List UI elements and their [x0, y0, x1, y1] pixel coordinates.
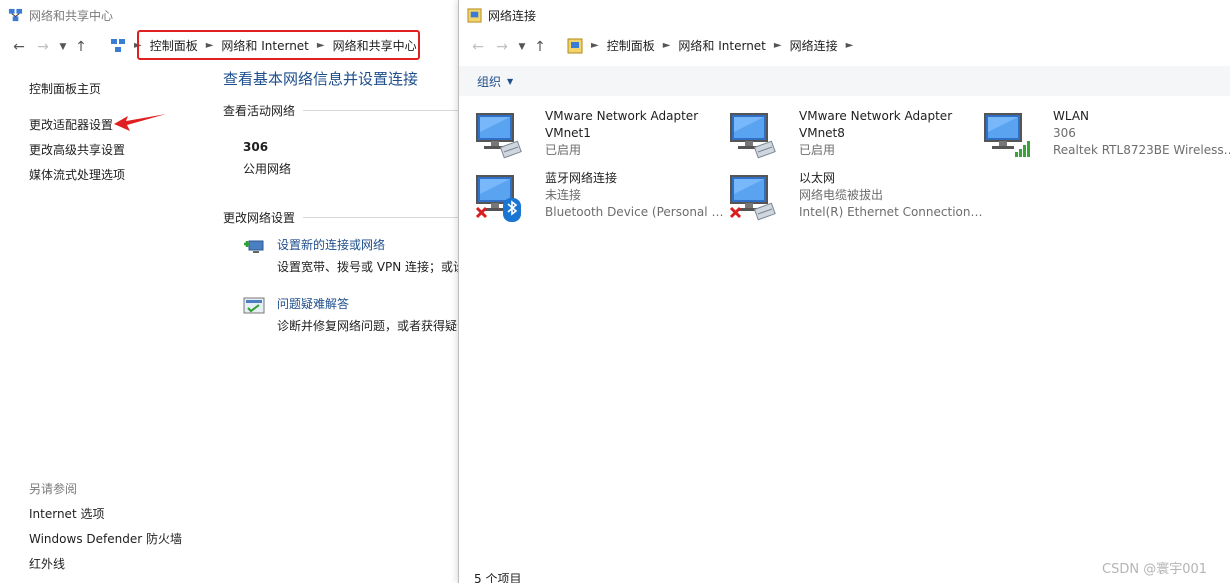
organize-menu-button[interactable]: 组织 ▼: [477, 73, 513, 90]
adapter-name: 蓝牙网络连接: [545, 171, 618, 185]
front-address-bar[interactable]: ► 控制面板 ► 网络和 Internet ► 网络连接 ►: [567, 37, 861, 54]
bluetooth-adapter-icon: [475, 175, 521, 222]
adapter-status: VMnet1: [545, 126, 591, 140]
adapter-status: 网络电缆被拔出: [799, 188, 884, 202]
item-count: 5 个项目: [474, 572, 522, 583]
recent-chevron-icon[interactable]: ▼: [58, 38, 68, 56]
network-name: 306: [243, 140, 269, 154]
network-connections-icon: [467, 7, 482, 23]
wifi-adapter-icon: [984, 113, 1030, 157]
chevron-right-icon: ►: [662, 40, 671, 51]
adapter-name: WLAN: [1053, 109, 1090, 123]
up-arrow-icon[interactable]: ↑: [72, 38, 90, 56]
command-bar: 组织 ▼: [459, 66, 1230, 96]
adapter-status: 未连接: [545, 188, 582, 202]
adapter-device: 已启用: [799, 143, 836, 157]
control-panel-home-link[interactable]: 控制面板主页: [29, 80, 101, 97]
troubleshoot-link[interactable]: 问题疑难解答: [277, 295, 349, 312]
defender-firewall-link[interactable]: Windows Defender 防火墙: [29, 530, 182, 547]
adapter-name: 以太网: [799, 171, 836, 185]
adapter-device: Intel(R) Ethernet Connection I2...: [799, 205, 984, 219]
front-window-title: 网络连接: [488, 8, 537, 23]
media-streaming-link[interactable]: 媒体流式处理选项: [29, 166, 125, 183]
adapter-device: 已启用: [545, 143, 582, 157]
adapter-item[interactable]: WLAN 306 Realtek RTL8723BE Wireless L...: [982, 108, 1230, 164]
adapter-item[interactable]: 蓝牙网络连接 未连接 Bluetooth Device (Personal Ar…: [474, 170, 730, 226]
front-nav-buttons: ← → ▼ ↑: [469, 38, 555, 56]
change-advanced-sharing-link[interactable]: 更改高级共享设置: [29, 141, 125, 158]
back-nav-buttons: ← → ▼ ↑: [10, 38, 96, 56]
breadcrumb-item[interactable]: 控制面板: [607, 37, 655, 54]
front-title-bar: 网络连接: [467, 6, 536, 24]
troubleshoot-icon: [243, 297, 265, 314]
adapter-status: VMnet8: [799, 126, 845, 140]
breadcrumb-item[interactable]: 网络和 Internet: [678, 37, 765, 54]
adapter-device: Realtek RTL8723BE Wireless L...: [1053, 143, 1230, 157]
red-annotation-arrow-icon: [114, 114, 166, 131]
adapter-device: Bluetooth Device (Personal Ar...: [545, 205, 730, 219]
section-divider: [303, 217, 458, 218]
change-adapter-settings-link[interactable]: 更改适配器设置: [29, 116, 113, 133]
internet-options-link[interactable]: Internet 选项: [29, 505, 104, 522]
page-title: 查看基本网络信息并设置连接: [223, 70, 419, 88]
chevron-right-icon: ►: [773, 40, 782, 51]
red-highlight-box: [137, 30, 420, 60]
ethernet-adapter-icon: [729, 175, 776, 221]
troubleshoot-desc: 诊断并修复网络问题，或者获得疑: [277, 319, 458, 333]
setup-connection-desc: 设置宽带、拨号或 VPN 连接；或设: [277, 260, 466, 274]
network-type-link[interactable]: 公用网络: [243, 160, 291, 177]
network-center-icon: [8, 8, 23, 21]
section-divider: [303, 110, 458, 111]
control-panel-icon: [111, 38, 125, 52]
infrared-link[interactable]: 红外线: [29, 555, 65, 572]
caret-down-icon: ▼: [507, 76, 514, 86]
adapter-item[interactable]: VMware Network Adapter VMnet8 已启用: [728, 108, 978, 164]
adapter-name: VMware Network Adapter: [799, 109, 953, 123]
recent-chevron-icon[interactable]: ▼: [517, 38, 527, 56]
adapter-status: 306: [1053, 126, 1076, 140]
setup-connection-link[interactable]: 设置新的连接或网络: [277, 236, 385, 253]
network-connections-window: 网络连接 ← → ▼ ↑ ► 控制面板 ► 网络和 Internet ► 网络连…: [458, 0, 1230, 583]
adapter-item[interactable]: 以太网 网络电缆被拔出 Intel(R) Ethernet Connection…: [728, 170, 984, 226]
network-connections-icon: [567, 38, 583, 53]
adapter-item[interactable]: VMware Network Adapter VMnet1 已启用: [474, 108, 724, 164]
back-title-bar: 网络和共享中心: [8, 6, 113, 24]
back-window-title: 网络和共享中心: [29, 8, 114, 23]
new-connection-icon: [244, 240, 264, 253]
watermark: CSDN @寰宇001: [1102, 562, 1208, 577]
back-arrow-icon[interactable]: ←: [10, 38, 28, 56]
chevron-right-icon: ►: [845, 40, 854, 51]
change-settings-label: 更改网络设置: [223, 211, 296, 225]
back-arrow-icon[interactable]: ←: [469, 38, 487, 56]
active-networks-label: 查看活动网络: [223, 104, 296, 118]
network-adapter-icon: [730, 113, 776, 159]
adapter-name: VMware Network Adapter: [545, 109, 699, 123]
forward-arrow-icon[interactable]: →: [34, 38, 52, 56]
up-arrow-icon[interactable]: ↑: [531, 38, 549, 56]
network-adapter-icon: [476, 113, 522, 159]
forward-arrow-icon[interactable]: →: [493, 38, 511, 56]
organize-label: 组织: [477, 74, 502, 89]
chevron-right-icon: ►: [591, 40, 599, 51]
see-also-heading: 另请参阅: [29, 482, 78, 496]
breadcrumb-item[interactable]: 网络连接: [790, 37, 838, 54]
